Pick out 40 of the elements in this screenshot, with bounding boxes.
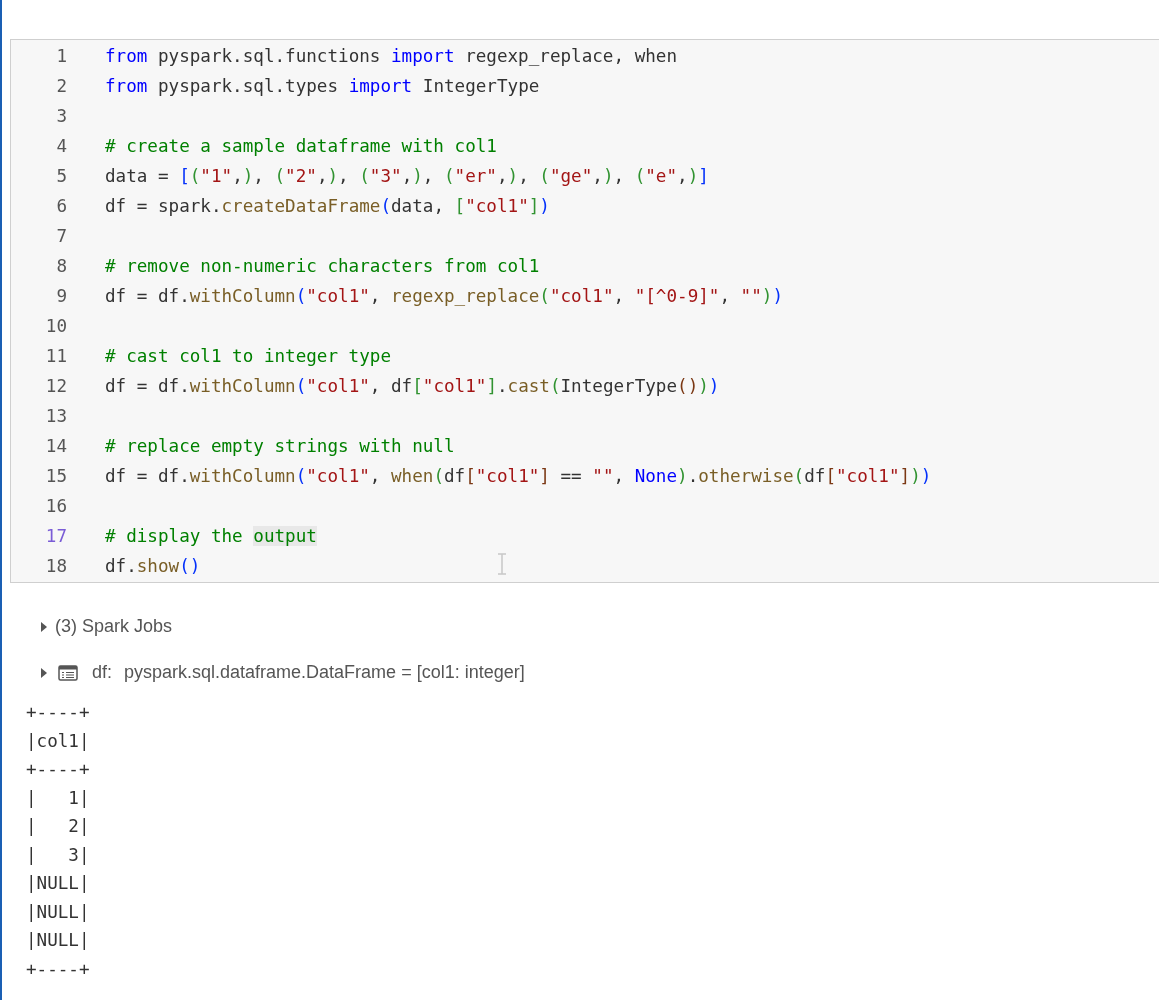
code-line: from pyspark.sql.functions import regexp_replace, when xyxy=(105,44,677,68)
code-line: # display the output xyxy=(105,524,317,548)
code-line: # replace empty strings with null xyxy=(105,434,455,458)
code-line: # cast col1 to integer type xyxy=(105,344,391,368)
line-number: 3 xyxy=(55,104,67,128)
line-number: 14 xyxy=(44,434,67,458)
code-cell[interactable] xyxy=(10,39,1159,583)
line-number: 13 xyxy=(44,404,67,428)
line-number: 1 xyxy=(55,44,67,68)
line-number: 2 xyxy=(55,74,67,98)
variable-name: df: xyxy=(92,661,112,684)
line-number: 11 xyxy=(44,344,67,368)
line-number: 6 xyxy=(55,194,67,218)
code-line: data = [("1",), ("2",), ("3",), ("er",), ("ge",), ("e",)] xyxy=(105,164,709,188)
line-number: 17 xyxy=(44,524,67,548)
code-line: df = df.withColumn("col1", df["col1"].cast(IntegerType())) xyxy=(105,374,720,398)
code-line: # create a sample dataframe with col1 xyxy=(105,134,497,158)
table-output: +----+ |col1| +----+ | 1| | 2| | 3| |NULL| |NULL| |NULL| +----+ xyxy=(26,701,90,981)
text-cursor-icon xyxy=(497,553,507,575)
line-number: 9 xyxy=(55,284,67,308)
variable-type: pyspark.sql.dataframe.DataFrame = [col1: integer] xyxy=(124,661,525,684)
code-line: df.show() xyxy=(105,554,201,578)
code-line: df = df.withColumn("col1", when(df["col1"] == "", None).otherwise(df["col1"])) xyxy=(105,464,932,488)
caret-icon[interactable] xyxy=(40,666,48,679)
line-number: 18 xyxy=(44,554,67,578)
line-number: 4 xyxy=(55,134,67,158)
table-icon xyxy=(58,664,78,681)
line-number: 10 xyxy=(44,314,67,338)
spark-jobs-label[interactable]: (3) Spark Jobs xyxy=(55,613,173,640)
line-number: 8 xyxy=(55,254,67,278)
code-line: from pyspark.sql.types import IntegerType xyxy=(105,74,540,98)
line-number: 7 xyxy=(55,224,67,248)
caret-icon[interactable] xyxy=(40,620,48,633)
code-line: # remove non-numeric characters from col1 xyxy=(105,254,540,278)
line-number: 15 xyxy=(44,464,67,488)
line-number: 12 xyxy=(44,374,67,398)
code-line: df = df.withColumn("col1", regexp_replace("col1", "[^0-9]", "")) xyxy=(105,284,783,308)
code-line: df = spark.createDataFrame(data, ["col1"]) xyxy=(105,194,550,218)
line-number: 16 xyxy=(44,494,67,518)
line-number: 5 xyxy=(55,164,67,188)
